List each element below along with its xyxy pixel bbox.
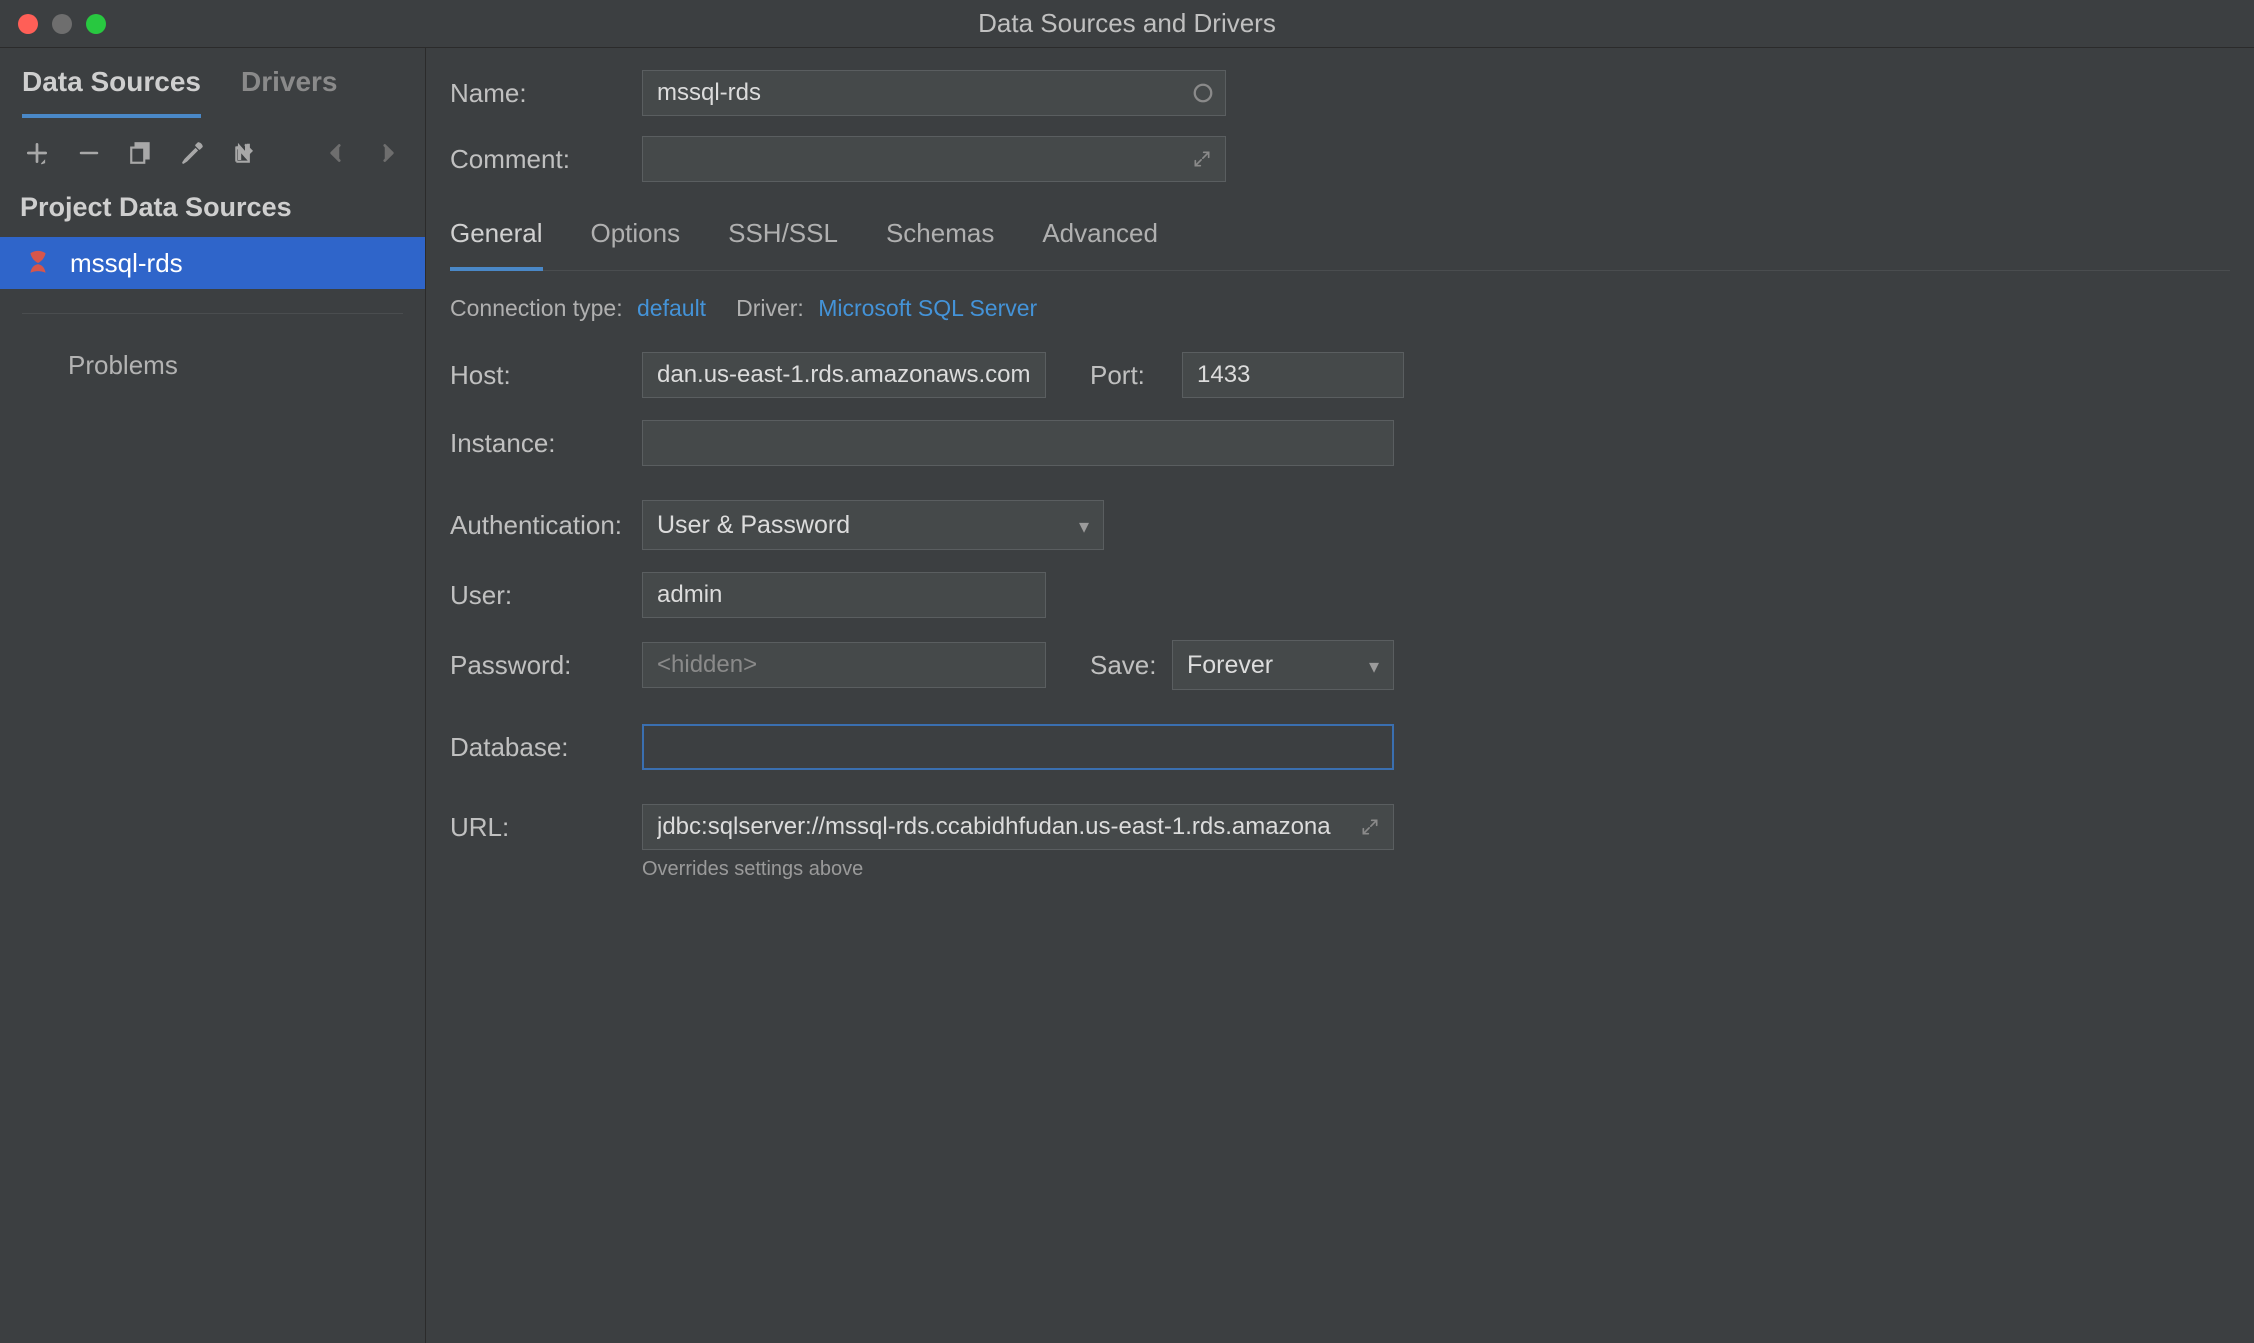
connection-type-link[interactable]: default <box>637 295 706 321</box>
window-controls <box>18 14 106 34</box>
forward-button[interactable] <box>373 138 403 168</box>
driver-label: Driver: <box>736 295 804 321</box>
section-header-project-data-sources: Project Data Sources <box>0 178 425 237</box>
minimize-window-button[interactable] <box>52 14 72 34</box>
port-label: Port: <box>1090 360 1170 391</box>
tab-general[interactable]: General <box>450 208 543 271</box>
sidebar: Data Sources Drivers <box>0 48 426 1343</box>
tab-drivers[interactable]: Drivers <box>241 66 338 118</box>
problems-label: Problems <box>68 350 178 380</box>
save-label: Save: <box>1090 650 1160 681</box>
url-hint: Overrides settings above <box>642 858 2230 881</box>
tab-schemas[interactable]: Schemas <box>886 208 994 271</box>
url-input[interactable] <box>642 804 1394 850</box>
remove-button[interactable] <box>74 138 104 168</box>
user-label: User: <box>450 580 642 611</box>
instance-label: Instance: <box>450 428 642 459</box>
config-tabs: General Options SSH/SSL Schemas Advanced <box>450 208 2230 271</box>
database-label: Database: <box>450 732 642 763</box>
connection-type-label: Connection type: <box>450 295 623 321</box>
instance-input[interactable] <box>642 420 1394 466</box>
save-value: Forever <box>1187 651 1273 680</box>
dialog-body: Data Sources Drivers <box>0 48 2254 1343</box>
connection-meta: Connection type: default Driver: Microso… <box>450 271 2230 352</box>
window-title: Data Sources and Drivers <box>978 8 1276 39</box>
chevron-down-icon <box>1079 511 1089 540</box>
sidebar-item-problems[interactable]: Problems <box>0 338 425 393</box>
data-source-item[interactable]: mssql-rds <box>0 237 425 289</box>
host-input[interactable] <box>642 352 1046 398</box>
url-label: URL: <box>450 812 642 843</box>
duplicate-button[interactable] <box>126 138 156 168</box>
titlebar: Data Sources and Drivers <box>0 0 2254 48</box>
authentication-value: User & Password <box>657 511 850 540</box>
authentication-label: Authentication: <box>450 510 642 541</box>
tab-data-sources[interactable]: Data Sources <box>22 66 201 118</box>
chevron-down-icon <box>1369 651 1379 680</box>
authentication-select[interactable]: User & Password <box>642 500 1104 550</box>
tab-options[interactable]: Options <box>591 208 681 271</box>
dialog-window: Data Sources and Drivers Data Sources Dr… <box>0 0 2254 1343</box>
tab-advanced[interactable]: Advanced <box>1042 208 1158 271</box>
driver-link[interactable]: Microsoft SQL Server <box>818 295 1037 321</box>
add-button[interactable] <box>22 138 52 168</box>
password-input[interactable] <box>642 642 1046 688</box>
close-window-button[interactable] <box>18 14 38 34</box>
sidebar-tabs: Data Sources Drivers <box>0 48 425 118</box>
comment-input[interactable] <box>642 136 1226 182</box>
database-input[interactable] <box>642 724 1394 770</box>
make-global-button[interactable] <box>230 138 260 168</box>
name-input[interactable] <box>642 70 1226 116</box>
user-input[interactable] <box>642 572 1046 618</box>
sqlserver-icon <box>24 249 52 277</box>
expand-icon[interactable] <box>1360 816 1382 838</box>
port-input[interactable] <box>1182 352 1404 398</box>
sidebar-separator <box>22 313 403 314</box>
color-picker-icon[interactable] <box>1192 82 1214 104</box>
comment-label: Comment: <box>450 144 642 175</box>
data-source-item-label: mssql-rds <box>70 248 183 279</box>
tab-ssh-ssl[interactable]: SSH/SSL <box>728 208 838 271</box>
password-label: Password: <box>450 650 642 681</box>
back-button[interactable] <box>321 138 351 168</box>
zoom-window-button[interactable] <box>86 14 106 34</box>
host-label: Host: <box>450 360 642 391</box>
save-select[interactable]: Forever <box>1172 640 1394 690</box>
settings-button[interactable] <box>178 138 208 168</box>
name-label: Name: <box>450 78 642 109</box>
main-panel: Name: Comment: General <box>426 48 2254 1343</box>
expand-icon[interactable] <box>1192 148 1214 170</box>
sidebar-toolbar <box>0 118 425 178</box>
